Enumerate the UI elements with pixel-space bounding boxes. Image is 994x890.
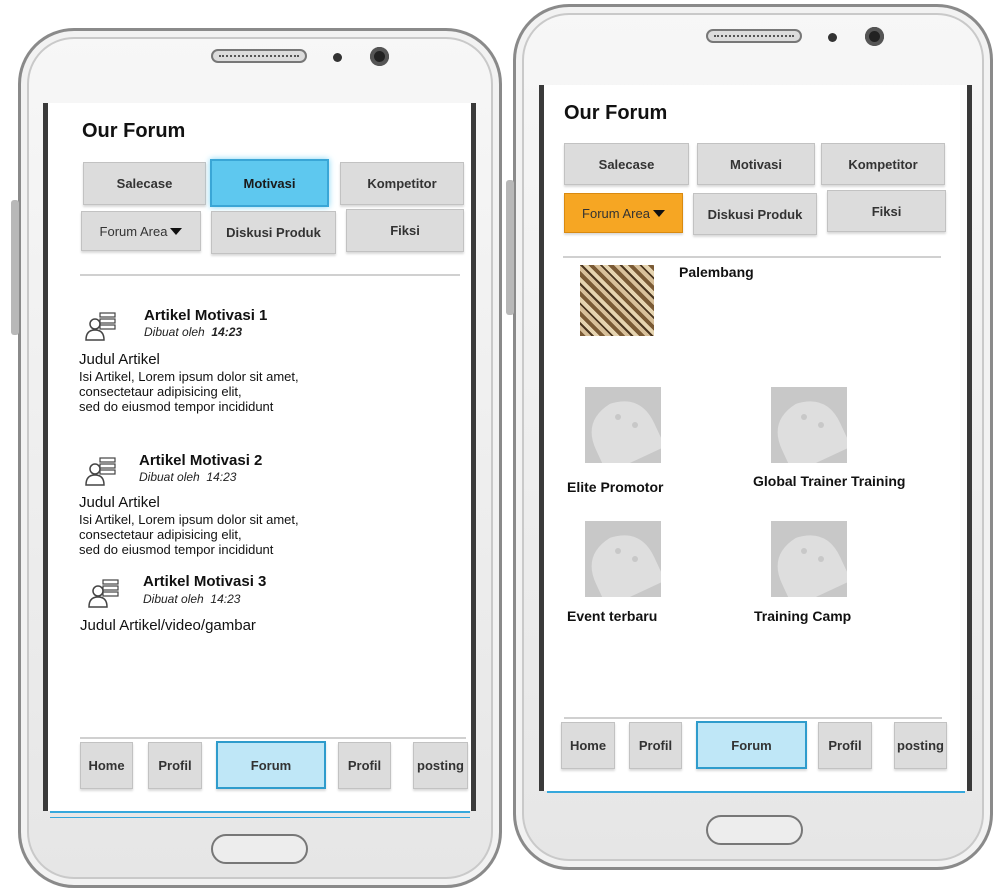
forum-area-label: Forum Area — [99, 223, 168, 239]
article-heading: Judul Artikel/video/gambar — [80, 617, 256, 634]
nav-forum-button[interactable]: Forum — [216, 741, 326, 789]
android-placeholder-icon[interactable] — [771, 387, 847, 463]
category-diskusi-produk-button[interactable]: Diskusi Produk — [211, 211, 336, 254]
article-time: 14:23 — [211, 325, 243, 339]
right-phone-sensor — [828, 33, 837, 42]
article-time: 14:23 — [210, 592, 241, 606]
nav-home-button[interactable]: Home — [80, 742, 133, 789]
android-placeholder-icon[interactable] — [585, 387, 661, 463]
category-fiksi-button[interactable]: Fiksi — [827, 190, 946, 232]
article-line: consectetaur adipisicing elit, — [79, 384, 242, 399]
right-phone-camera — [865, 27, 884, 46]
forum-label[interactable]: Training Camp — [754, 608, 851, 624]
forum-area-dropdown[interactable]: Forum Area — [81, 211, 201, 251]
category-motivasi-button[interactable]: Motivasi — [210, 159, 329, 207]
left-accent-line-2 — [50, 817, 470, 818]
article-title[interactable]: Artikel Motivasi 1 — [144, 307, 267, 324]
article-time: 14:23 — [206, 470, 237, 484]
nav-profil-button[interactable]: Profil — [629, 722, 682, 769]
article-line: sed do eiusmod tempor incididunt — [79, 542, 274, 557]
left-accent-line — [50, 811, 470, 813]
left-phone-side-button — [11, 200, 19, 335]
article-line: consectetaur adipisicing elit, — [79, 527, 242, 542]
category-salecase-button[interactable]: Salecase — [83, 162, 206, 205]
left-phone-speaker — [211, 49, 307, 63]
article-author-label: Dibuat oleh — [143, 592, 204, 606]
article-title[interactable]: Artikel Motivasi 3 — [143, 573, 266, 590]
android-placeholder-icon[interactable] — [585, 521, 661, 597]
nav-home-button[interactable]: Home — [561, 722, 615, 769]
right-accent-line — [547, 791, 965, 793]
user-list-icon — [85, 457, 116, 486]
left-phone-sensor — [333, 53, 342, 62]
right-phone-home-button[interactable] — [706, 815, 803, 845]
article-body: Judul Artikel Isi Artikel, Lorem ipsum d… — [79, 351, 299, 414]
article-body: Judul Artikel/video/gambar — [80, 617, 256, 635]
right-phone-side-button — [506, 180, 514, 315]
chevron-down-icon — [170, 227, 183, 235]
nav-profil-button[interactable]: Profil — [148, 742, 202, 789]
article-title[interactable]: Artikel Motivasi 2 — [139, 452, 262, 469]
forum-label[interactable]: Palembang — [679, 264, 754, 280]
article-meta: Dibuat oleh 14:23 — [143, 592, 240, 606]
article-meta: Dibuat oleh 14:23 — [144, 325, 242, 339]
article-line: Isi Artikel, Lorem ipsum dolor sit amet, — [79, 512, 299, 527]
left-phone-camera — [370, 47, 389, 66]
forum-label[interactable]: Elite Promotor — [567, 479, 663, 495]
divider — [80, 274, 460, 276]
forum-area-dropdown[interactable]: Forum Area — [564, 193, 683, 233]
right-phone-speaker — [706, 29, 802, 43]
category-diskusi-produk-button[interactable]: Diskusi Produk — [693, 193, 817, 235]
nav-posting-button[interactable]: posting — [413, 742, 468, 789]
chevron-down-icon — [652, 209, 665, 217]
category-kompetitor-button[interactable]: Kompetitor — [821, 143, 945, 185]
forum-thumbnail[interactable] — [580, 265, 654, 336]
category-salecase-button[interactable]: Salecase — [564, 143, 689, 185]
article-author-label: Dibuat oleh — [144, 325, 205, 339]
divider — [563, 256, 941, 258]
forum-label[interactable]: Global Trainer Training — [753, 473, 905, 489]
article-author-label: Dibuat oleh — [139, 470, 200, 484]
category-fiksi-button[interactable]: Fiksi — [346, 209, 464, 252]
bottom-nav-divider — [564, 717, 942, 719]
user-list-icon — [85, 312, 116, 341]
page-title: Our Forum — [564, 102, 668, 124]
nav-profil-2-button[interactable]: Profil — [338, 742, 391, 789]
nav-forum-button[interactable]: Forum — [696, 721, 807, 769]
page-title: Our Forum — [82, 120, 186, 142]
bottom-nav-divider — [80, 737, 466, 739]
android-placeholder-icon[interactable] — [771, 521, 847, 597]
user-list-icon — [88, 579, 119, 608]
article-body: Judul Artikel Isi Artikel, Lorem ipsum d… — [79, 494, 299, 557]
article-meta: Dibuat oleh 14:23 — [139, 470, 236, 484]
nav-profil-2-button[interactable]: Profil — [818, 722, 872, 769]
category-kompetitor-button[interactable]: Kompetitor — [340, 162, 464, 205]
forum-area-label: Forum Area — [582, 205, 650, 221]
article-heading: Judul Artikel — [79, 351, 160, 368]
nav-posting-button[interactable]: posting — [894, 722, 947, 769]
forum-label[interactable]: Event terbaru — [567, 608, 657, 624]
left-phone-home-button[interactable] — [211, 834, 308, 864]
article-line: Isi Artikel, Lorem ipsum dolor sit amet, — [79, 369, 299, 384]
category-motivasi-button[interactable]: Motivasi — [697, 143, 815, 185]
article-line: sed do eiusmod tempor incididunt — [79, 399, 274, 414]
article-heading: Judul Artikel — [79, 494, 160, 511]
